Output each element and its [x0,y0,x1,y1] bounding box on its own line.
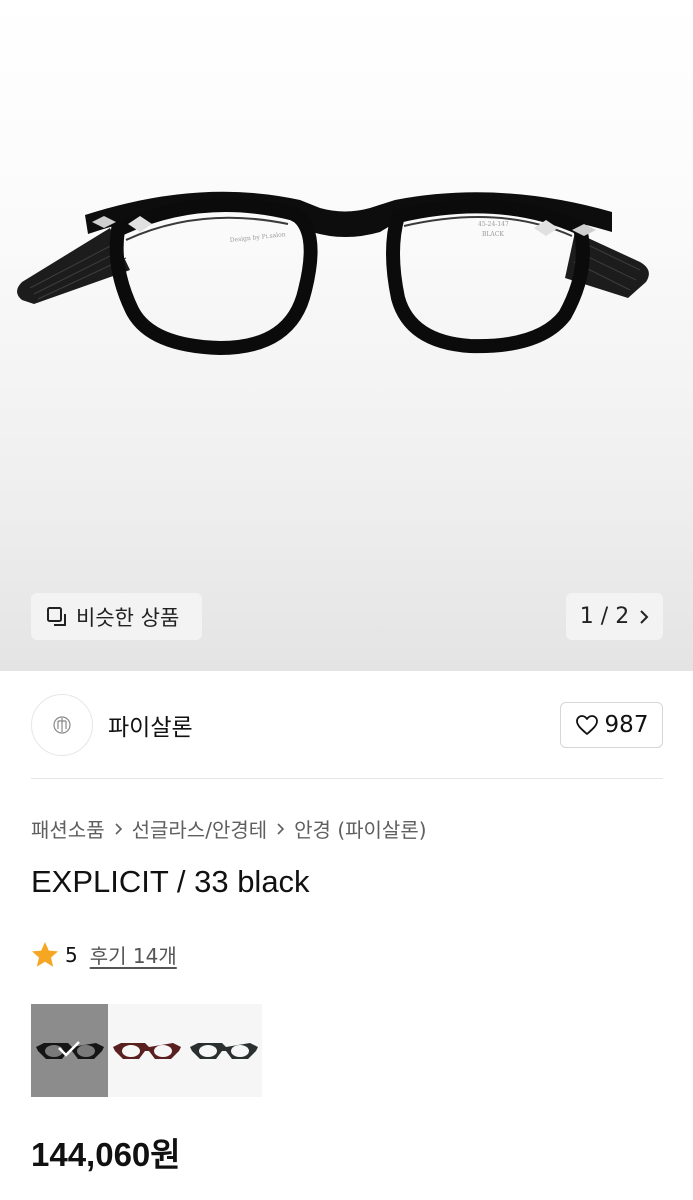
similar-products-button[interactable]: 비슷한 상품 [31,593,202,640]
product-image-carousel[interactable]: Design by Pi.salon 45-24-147 BLACK 비슷한 상… [0,0,693,671]
breadcrumb-item-fashion[interactable]: 패션소품 [31,814,105,843]
variant-thumb-dark-green[interactable] [185,1004,262,1097]
heart-icon [575,715,598,735]
star-icon [32,942,58,967]
divider [31,778,663,779]
breadcrumb-item-glasses[interactable]: 안경 (파이살론) [294,814,426,843]
product-title: EXPLICIT / 33 black [31,864,310,899]
similar-products-label: 비슷한 상품 [76,605,180,630]
variant-thumb-brown[interactable] [108,1004,185,1097]
store-row: 파이살론 987 [31,692,663,758]
breadcrumb: 패션소품 선글라스/안경테 안경 (파이살론) [31,814,427,843]
product-price: 144,060원 [31,1136,181,1173]
frame-engraving-color: BLACK [482,231,504,238]
copy-squares-icon [47,606,66,626]
image-pager-label: 1 / 2 [579,604,630,629]
review-link[interactable]: 후기 14개 [90,940,177,969]
rating-row: 5 후기 14개 [31,940,177,969]
check-icon [58,1041,80,1057]
chevron-right-icon [114,822,123,836]
like-button[interactable]: 987 [560,702,663,748]
store-logo-icon[interactable] [31,694,93,756]
image-pager-button[interactable]: 1 / 2 [566,593,663,640]
like-count: 987 [604,712,649,738]
breadcrumb-item-sunglasses[interactable]: 선글라스/안경테 [132,814,268,843]
chevron-right-icon [640,609,649,624]
store-name[interactable]: 파이살론 [108,708,193,742]
variant-thumb-black[interactable] [31,1004,108,1097]
product-image: Design by Pi.salon 45-24-147 BLACK [17,191,649,356]
rating-score: 5 [65,942,78,967]
frame-engraving-size: 45-24-147 [478,221,509,228]
frame-engraving-brand: Design by Pi.salon [229,231,286,244]
variant-selector [31,1004,262,1097]
chevron-right-icon [276,822,285,836]
